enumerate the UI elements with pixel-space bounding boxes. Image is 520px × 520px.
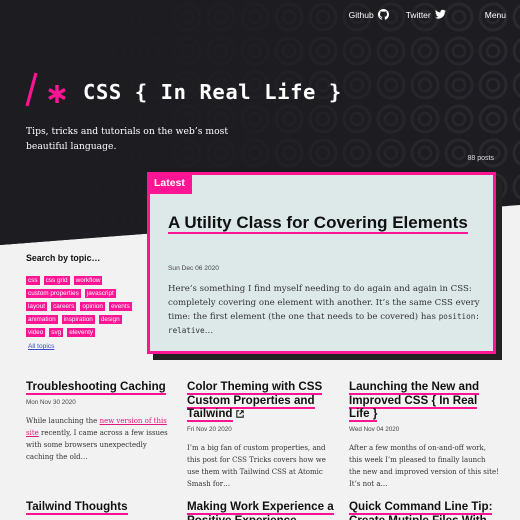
post-card[interactable]: Launching the New and Improved CSS { In … [349, 380, 499, 490]
post-title[interactable]: Troubleshooting Caching [26, 380, 176, 395]
tag-eleventy[interactable]: eleventy [67, 328, 96, 337]
post-title-text[interactable]: Quick Command Line Tip: Create Mutiple F… [349, 500, 493, 520]
post-card[interactable]: Troubleshooting Caching Mon Nov 30 2020 … [26, 380, 176, 463]
post-card[interactable]: Quick Command Line Tip: Create Mutiple F… [349, 500, 499, 520]
twitter-label: Twitter [405, 9, 431, 20]
post-title-text[interactable]: Tailwind Thoughts [26, 500, 128, 515]
github-icon [377, 9, 389, 20]
featured-post-date: Sun Dec 06 2020 [168, 265, 219, 272]
twitter-icon [434, 9, 446, 19]
post-date: Fri Nov 20 2020 [187, 425, 232, 433]
tag-css-grid[interactable]: css grid [43, 276, 70, 285]
featured-post-title-text[interactable]: A Utility Class for Covering Elements [168, 213, 468, 234]
post-title-text[interactable]: Troubleshooting Caching [26, 380, 166, 395]
tag-events[interactable]: events [109, 302, 132, 311]
featured-post-title[interactable]: A Utility Class for Covering Elements [168, 211, 468, 234]
post-excerpt: I’m a big fan of custom properties, and … [187, 443, 326, 488]
tag-careers[interactable]: careers [51, 302, 77, 311]
post-card[interactable]: Making Work Experience a Positive Experi… [187, 500, 337, 520]
featured-excerpt-ellipsis: … [204, 326, 214, 336]
featured-post-excerpt: Here’s something I find myself needing t… [168, 282, 486, 338]
topic-tags: css css grid workflow custom properties … [26, 276, 134, 337]
post-card[interactable]: Color Theming with CSS Custom Properties… [187, 380, 329, 490]
menu-button[interactable]: Menu [485, 10, 506, 20]
latest-badge: Latest [147, 172, 192, 194]
logo-mark[interactable] [24, 70, 68, 110]
post-card[interactable]: Tailwind Thoughts [26, 500, 176, 515]
post-title[interactable]: Quick Command Line Tip: Create Mutiple F… [349, 500, 499, 520]
tag-video[interactable]: video [26, 328, 46, 337]
tag-workflow[interactable]: workflow [73, 276, 103, 285]
tag-opinion[interactable]: opinion [80, 302, 105, 311]
tag-layout[interactable]: layout [26, 302, 48, 311]
featured-excerpt-text: Here’s something I find myself needing t… [168, 284, 480, 322]
site-title[interactable]: CSS { In Real Life } [83, 80, 342, 104]
post-title[interactable]: Launching the New and Improved CSS { In … [349, 380, 499, 423]
post-excerpt-text-end: recently, I came across a few issues wit… [26, 428, 168, 461]
featured-post-card[interactable]: Latest A Utility Class for Covering Elem… [147, 172, 496, 354]
post-excerpt: While launching the new version of this … [26, 415, 176, 463]
github-link[interactable]: Github [349, 9, 389, 20]
post-excerpt-text: While launching the [26, 416, 100, 425]
post-title[interactable]: Making Work Experience a Positive Experi… [187, 500, 337, 520]
site-tagline: Tips, tricks and tutorials on the web’s … [26, 126, 229, 152]
tag-svg[interactable]: svg [49, 328, 64, 337]
tag-animation[interactable]: animation [26, 315, 58, 324]
tag-custom-properties[interactable]: custom properties [26, 289, 81, 298]
post-title-text[interactable]: Color Theming with CSS Custom Properties… [187, 380, 323, 423]
topics-heading: Search by topic… [26, 253, 101, 263]
post-title-text[interactable]: Launching the New and Improved CSS { In … [349, 380, 480, 423]
post-title[interactable]: Color Theming with CSS Custom Properties… [187, 380, 329, 423]
post-count: 88 posts [467, 155, 494, 162]
post-date: Mon Nov 30 2020 [26, 398, 76, 406]
github-label: Github [348, 9, 374, 20]
tag-css[interactable]: css [26, 276, 40, 285]
post-title-text[interactable]: Making Work Experience a Positive Experi… [187, 500, 334, 520]
post-date: Wed Nov 04 2020 [349, 425, 400, 433]
tag-design[interactable]: design [98, 315, 122, 324]
tag-javascript[interactable]: javascript [84, 289, 116, 298]
external-link-icon [236, 410, 244, 418]
top-nav: Github Twitter Menu [332, 9, 506, 20]
all-topics-link[interactable]: All topics [28, 343, 54, 350]
twitter-link[interactable]: Twitter [406, 9, 446, 20]
tag-inspiration[interactable]: inspiration [61, 315, 95, 324]
post-excerpt: After a few months of on-and-off work, t… [349, 443, 499, 488]
menu-label: Menu [484, 9, 506, 20]
post-title[interactable]: Tailwind Thoughts [26, 500, 176, 515]
